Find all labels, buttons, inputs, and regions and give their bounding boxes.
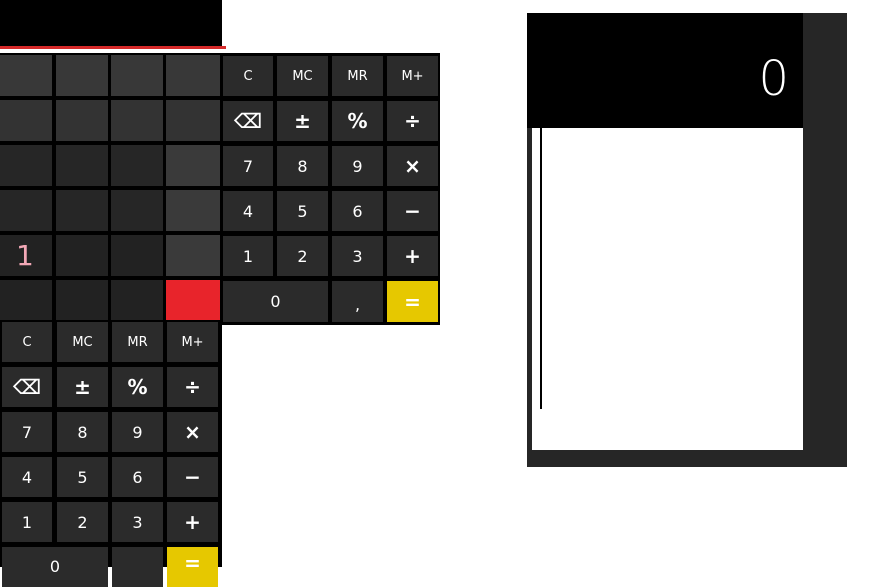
digit-9-button[interactable]: 9 (112, 412, 163, 452)
digit-3-button[interactable]: 3 (332, 236, 383, 276)
grid-cell[interactable] (166, 235, 220, 276)
digit-8-button[interactable]: 8 (277, 146, 328, 186)
grid-cell[interactable] (0, 145, 52, 186)
digit-7-button[interactable]: 7 (223, 146, 273, 186)
grid-cell[interactable] (56, 100, 108, 141)
digit-7-button[interactable]: 7 (2, 412, 52, 452)
digit-5-button[interactable]: 5 (57, 457, 108, 497)
title-bar (0, 0, 222, 46)
negate-button[interactable]: ± (57, 367, 108, 407)
backspace-button[interactable]: ⌫ (2, 367, 52, 407)
grid-cell[interactable] (0, 280, 52, 321)
multiply-button[interactable]: × (387, 146, 438, 186)
add-button[interactable]: + (167, 502, 218, 542)
clear-button[interactable]: C (223, 56, 273, 96)
grid-cell[interactable] (111, 235, 163, 276)
content-edge-line (540, 84, 542, 409)
subtract-button[interactable]: − (167, 457, 218, 497)
calculator-keypad: C MC MR M+ ⌫ ± % ÷ 7 8 9 × 4 5 6 − 1 2 3… (221, 53, 440, 325)
grid-cell[interactable] (111, 145, 163, 186)
digit-1-button[interactable]: 1 (223, 236, 273, 276)
equals-button[interactable]: = (167, 547, 218, 587)
grid-cell[interactable] (56, 55, 108, 96)
add-button[interactable]: + (387, 236, 438, 276)
backspace-icon: ⌫ (233, 109, 263, 133)
grid-cell[interactable] (111, 100, 163, 141)
digit-6-button[interactable]: 6 (112, 457, 163, 497)
calculator-display: 0 (527, 13, 803, 128)
memory-recall-button[interactable]: MR (332, 56, 383, 96)
digit-4-button[interactable]: 4 (2, 457, 52, 497)
memory-add-button[interactable]: M+ (167, 322, 218, 362)
grid-cell[interactable] (56, 280, 108, 321)
grid-cell[interactable] (111, 55, 163, 96)
grid-cell[interactable] (111, 190, 163, 231)
memory-recall-button[interactable]: MR (112, 322, 163, 362)
red-highlight-cell[interactable] (166, 280, 220, 321)
percent-button[interactable]: % (112, 367, 163, 407)
divide-button[interactable]: ÷ (167, 367, 218, 407)
digit-2-button[interactable]: 2 (277, 236, 328, 276)
grid-cell[interactable] (56, 145, 108, 186)
backspace-button[interactable]: ⌫ (223, 101, 273, 141)
backspace-icon: ⌫ (12, 375, 42, 399)
extended-key-grid: 1 (0, 53, 222, 323)
grid-value-label: 1 (0, 235, 52, 276)
grid-cell[interactable] (111, 280, 163, 321)
digit-4-button[interactable]: 4 (223, 191, 273, 231)
display-value: 0 (758, 51, 789, 107)
digit-5-button[interactable]: 5 (277, 191, 328, 231)
digit-0-button[interactable]: 0 (2, 547, 108, 587)
equals-button[interactable]: = (387, 281, 438, 322)
decimal-button[interactable]: , (332, 281, 383, 322)
memory-add-button[interactable]: M+ (387, 56, 438, 96)
digit-3-button[interactable]: 3 (112, 502, 163, 542)
grid-cell[interactable] (56, 190, 108, 231)
percent-button[interactable]: % (332, 101, 383, 141)
grid-cell[interactable] (0, 100, 52, 141)
memory-clear-button[interactable]: MC (277, 56, 328, 96)
subtract-button[interactable]: − (387, 191, 438, 231)
negate-button[interactable]: ± (277, 101, 328, 141)
digit-6-button[interactable]: 6 (332, 191, 383, 231)
memory-clear-button[interactable]: MC (57, 322, 108, 362)
digit-9-button[interactable]: 9 (332, 146, 383, 186)
digit-0-button[interactable]: 0 (223, 281, 328, 322)
digit-2-button[interactable]: 2 (57, 502, 108, 542)
divide-button[interactable]: ÷ (387, 101, 438, 141)
decimal-button[interactable] (112, 547, 163, 587)
grid-cell[interactable] (56, 235, 108, 276)
grid-cell[interactable] (0, 190, 52, 231)
digit-1-button[interactable]: 1 (2, 502, 52, 542)
accent-underline (0, 46, 226, 49)
window-content-area (532, 128, 803, 450)
grid-cell[interactable] (166, 145, 220, 186)
calculator-keypad-secondary: C MC MR M+ ⌫ ± % ÷ 7 8 9 × 4 5 6 − 1 2 3… (0, 320, 222, 587)
clear-button[interactable]: C (2, 322, 52, 362)
grid-cell[interactable] (166, 55, 220, 96)
multiply-button[interactable]: × (167, 412, 218, 452)
digit-8-button[interactable]: 8 (57, 412, 108, 452)
grid-cell[interactable] (166, 190, 220, 231)
grid-cell[interactable] (166, 100, 220, 141)
grid-cell[interactable] (0, 55, 52, 96)
